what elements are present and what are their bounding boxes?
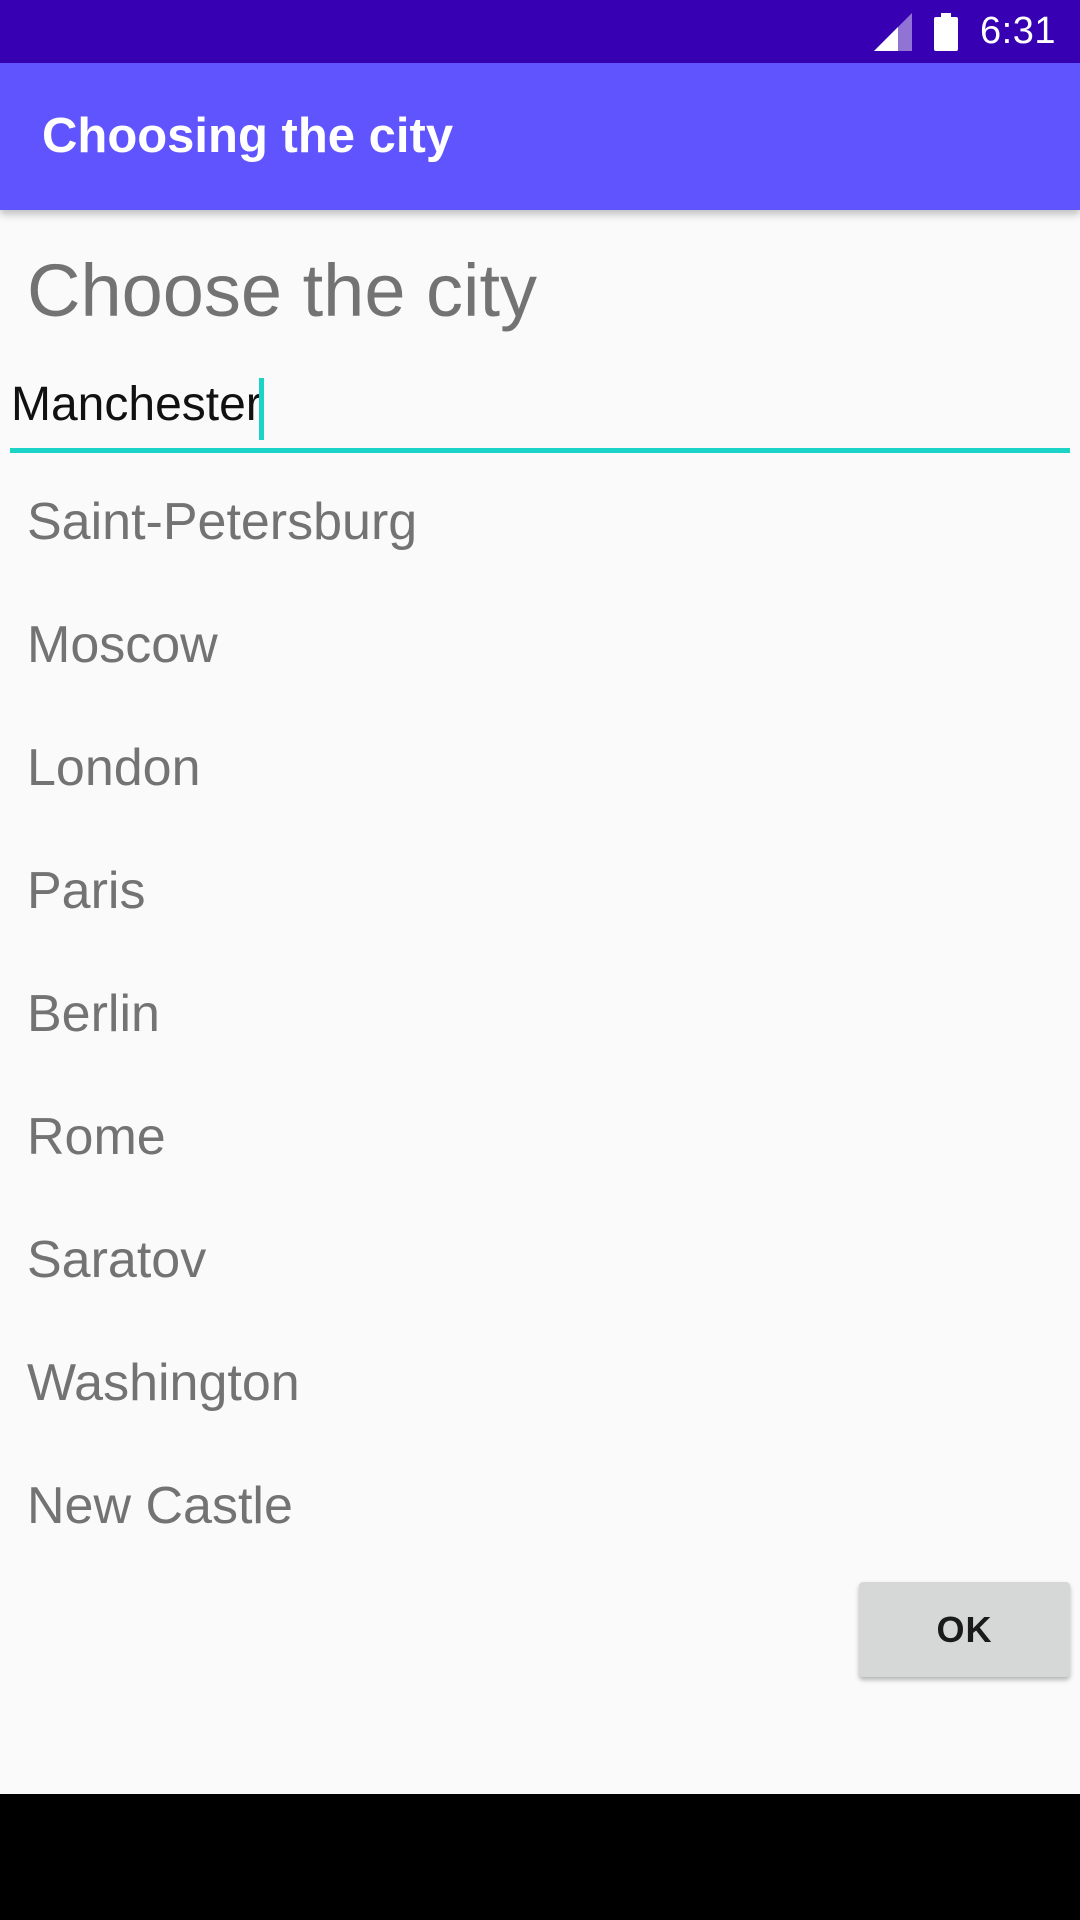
app-bar: Choosing the city bbox=[0, 63, 1080, 210]
city-list-item[interactable]: Saratov bbox=[0, 1198, 1080, 1321]
city-list-item[interactable]: London bbox=[0, 706, 1080, 829]
city-input-field[interactable] bbox=[10, 360, 1070, 453]
phone-screen: 6:31 Choosing the city Choose the city S… bbox=[0, 0, 1080, 1920]
city-input[interactable] bbox=[10, 360, 1070, 448]
battery-icon bbox=[934, 12, 959, 51]
ok-button[interactable]: OK bbox=[859, 1582, 1070, 1677]
city-list-item[interactable]: Berlin bbox=[0, 952, 1080, 1075]
city-list: Saint-Petersburg Moscow London Paris Ber… bbox=[0, 460, 1080, 1567]
city-list-item[interactable]: Paris bbox=[0, 829, 1080, 952]
main-content: Choose the city Saint-Petersburg Moscow … bbox=[0, 210, 1080, 1794]
city-list-item[interactable]: Rome bbox=[0, 1075, 1080, 1198]
input-underline bbox=[10, 448, 1070, 453]
city-list-item[interactable]: Washington bbox=[0, 1321, 1080, 1444]
text-cursor bbox=[259, 378, 264, 440]
city-list-item[interactable]: Moscow bbox=[0, 583, 1080, 706]
status-time: 6:31 bbox=[980, 10, 1056, 52]
status-bar: 6:31 bbox=[0, 0, 1080, 63]
city-list-item[interactable]: Saint-Petersburg bbox=[0, 460, 1080, 583]
navigation-bar bbox=[0, 1794, 1080, 1920]
signal-icon bbox=[874, 12, 913, 51]
page-heading: Choose the city bbox=[27, 249, 538, 332]
city-list-item[interactable]: New Castle bbox=[0, 1444, 1080, 1567]
app-title: Choosing the city bbox=[42, 109, 454, 163]
